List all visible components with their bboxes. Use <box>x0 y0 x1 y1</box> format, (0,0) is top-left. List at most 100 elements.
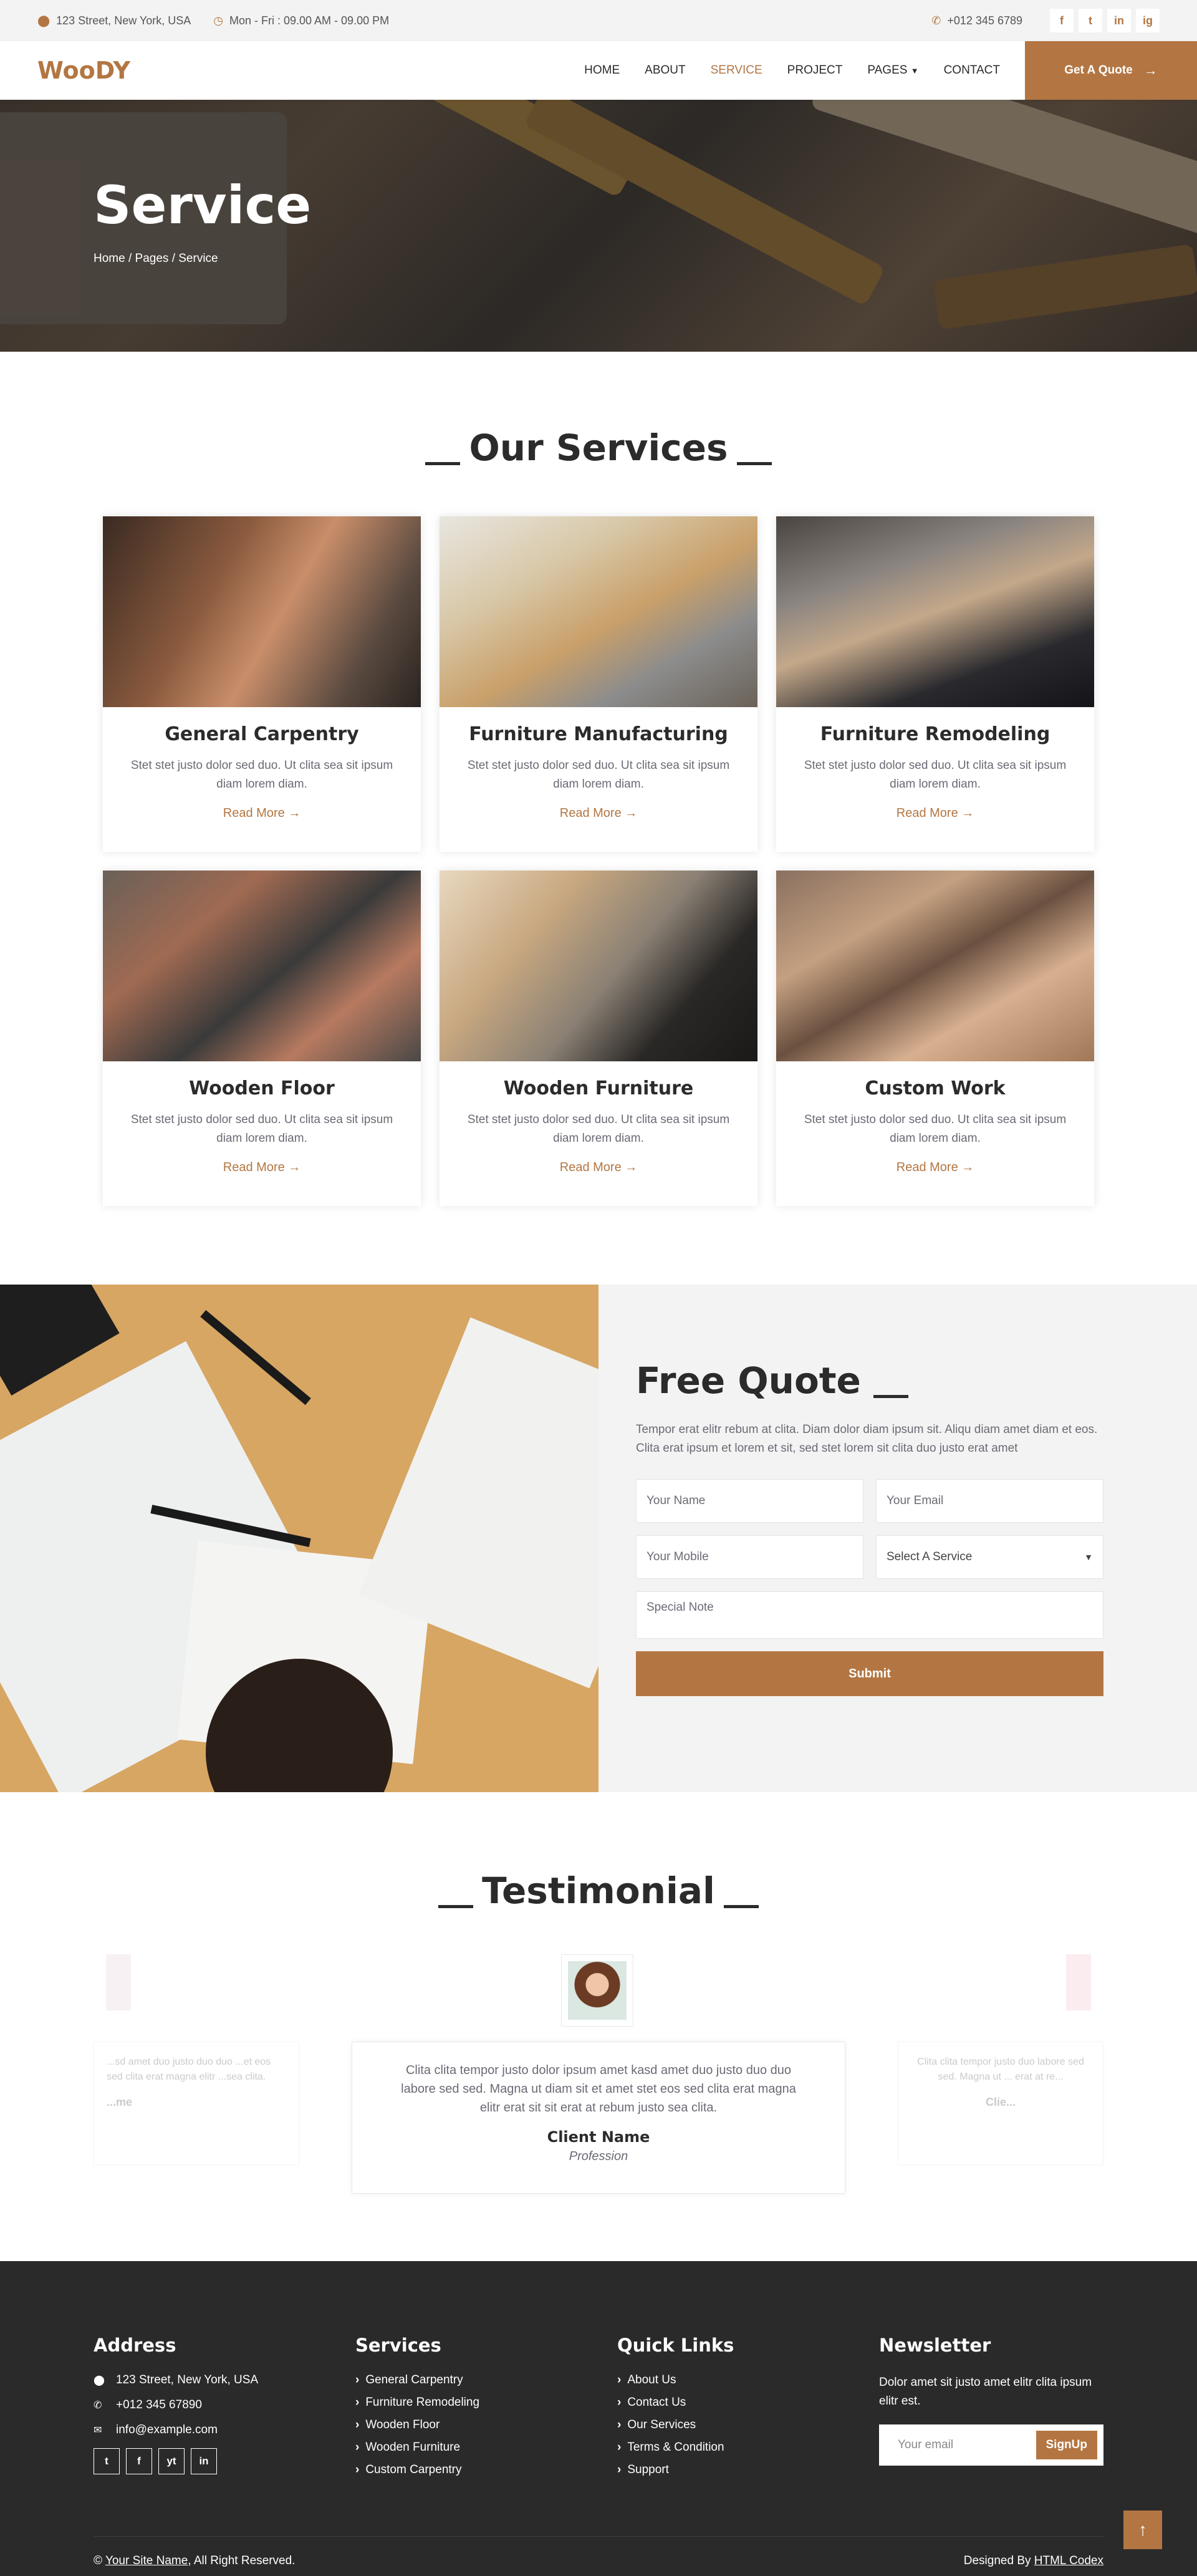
footer-services: Services General Carpentry Furniture Rem… <box>355 2335 617 2486</box>
avatar <box>561 1954 633 2027</box>
hero-content: Service Home / Pages / Service <box>94 175 311 266</box>
instagram-icon[interactable]: ig <box>1136 9 1160 32</box>
nav-home[interactable]: HOME <box>584 64 620 77</box>
quote-section: Free Quote Tempor erat elitr rebum at cl… <box>0 1285 1197 1792</box>
service-body: General Carpentry Stet stet justo dolor … <box>103 707 421 837</box>
twitter-icon[interactable]: t <box>94 2448 120 2474</box>
get-a-quote-button[interactable]: Get A Quote → <box>1025 41 1197 100</box>
footer-link[interactable]: About Us <box>617 2373 879 2387</box>
testimonial-card-right: Clita clita tempor justo duo labore sed … <box>898 2042 1103 2165</box>
footer-link[interactable]: General Carpentry <box>355 2373 617 2387</box>
testimonial-text: ...sd amet duo justo duo duo ...et eos s… <box>107 2057 271 2082</box>
footer-link[interactable]: Wooden Floor <box>355 2418 617 2432</box>
title-bar <box>873 1395 908 1398</box>
footer-email-row: ✉ info@example.com <box>94 2423 355 2437</box>
newsletter-text: Dolor amet sit justo amet elitr clita ip… <box>879 2376 1092 2408</box>
designer-credit: Designed By HTML Codex <box>964 2554 1103 2568</box>
breadcrumb-home[interactable]: Home <box>94 252 125 265</box>
chevron-down-icon: ▼ <box>1084 1552 1093 1562</box>
nav-contact[interactable]: CONTACT <box>944 64 1000 77</box>
service-select[interactable]: Select A Service ▼ <box>876 1535 1103 1579</box>
footer-link[interactable]: Furniture Remodeling <box>355 2396 617 2410</box>
submit-button[interactable]: Submit <box>636 1651 1103 1696</box>
read-more-link[interactable]: Read More → <box>897 1160 974 1175</box>
read-more-label: Read More <box>559 806 622 820</box>
breadcrumb-pages[interactable]: Pages <box>135 252 169 265</box>
service-image <box>440 871 757 1061</box>
footer-link[interactable]: Custom Carpentry <box>355 2463 617 2477</box>
copyright-rights: , All Right Reserved. <box>188 2554 296 2567</box>
footer-heading: Quick Links <box>617 2335 734 2356</box>
copyright: © Your Site Name, All Right Reserved. <box>94 2554 295 2568</box>
linkedin-icon[interactable]: in <box>1107 9 1131 32</box>
footer: Address ⬤ 123 Street, New York, USA ✆ +012… <box>0 2261 1197 2576</box>
topbar-hours: ◷ Mon - Fri : 09.00 AM - 09.00 PM <box>213 14 389 27</box>
mobile-input[interactable]: Your Mobile <box>636 1535 863 1579</box>
page-header: Service Home / Pages / Service <box>0 100 1197 352</box>
service-card: Furniture Manufacturing Stet stet justo … <box>440 516 757 852</box>
testimonial-title: Testimonial <box>0 1869 1197 1912</box>
client-profession: Profession <box>569 2149 628 2163</box>
topbar-hours-text: Mon - Fri : 09.00 AM - 09.00 PM <box>229 14 390 27</box>
service-title: Custom Work <box>865 1078 1006 1099</box>
footer-link[interactable]: Terms & Condition <box>617 2441 879 2454</box>
footer-link[interactable]: Wooden Furniture <box>355 2441 617 2454</box>
clock-icon: ◷ <box>213 14 223 27</box>
testimonial-carousel[interactable]: ...sd amet duo justo duo duo ...et eos s… <box>0 1954 1197 2216</box>
name-input[interactable]: Your Name <box>636 1479 863 1523</box>
nav-about[interactable]: ABOUT <box>645 64 685 77</box>
footer-link[interactable]: Support <box>617 2463 879 2477</box>
email-input[interactable]: Your Email <box>876 1479 1103 1523</box>
footer-link[interactable]: Contact Us <box>617 2396 879 2410</box>
back-to-top-button[interactable]: ↑ <box>1123 2511 1162 2549</box>
topbar-address-text: 123 Street, New York, USA <box>56 14 191 27</box>
screwdriver <box>200 1310 311 1406</box>
client-name: ...me <box>107 2096 133 2108</box>
read-more-link[interactable]: Read More → <box>897 806 974 821</box>
service-title: Wooden Furniture <box>503 1078 694 1099</box>
quote-image <box>0 1285 598 1792</box>
service-image <box>103 871 421 1061</box>
twitter-icon[interactable]: t <box>1079 9 1102 32</box>
signup-button[interactable]: SignUp <box>1036 2431 1097 2459</box>
topbar-social: f t in ig <box>1045 9 1160 32</box>
newsletter-email-input[interactable]: Your email <box>898 2438 953 2452</box>
linkedin-icon[interactable]: in <box>191 2448 217 2474</box>
footer-columns: Address ⬤ 123 Street, New York, USA ✆ +012… <box>0 2261 1197 2486</box>
envelope-icon: ✉ <box>94 2425 102 2436</box>
avatar-left <box>106 1954 131 2010</box>
facebook-icon[interactable]: f <box>1050 9 1074 32</box>
arrow-right-icon: → <box>625 1160 638 1174</box>
html-codex-link[interactable]: HTML Codex <box>1034 2554 1103 2567</box>
service-text: Stet stet justo dolor sed duo. Ut clita … <box>467 759 730 791</box>
read-more-link[interactable]: Read More → <box>223 806 301 821</box>
footer-heading: Address <box>94 2335 176 2356</box>
read-more-link[interactable]: Read More → <box>560 806 638 821</box>
special-note-textarea[interactable]: Special Note <box>636 1591 1103 1639</box>
title-bar-left <box>425 462 461 465</box>
read-more-link[interactable]: Read More → <box>560 1160 638 1175</box>
services-title: Our Services <box>0 427 1197 469</box>
youtube-icon[interactable]: yt <box>158 2448 185 2474</box>
service-image <box>440 516 757 707</box>
breadcrumb-separator: / <box>128 252 135 265</box>
nav-service[interactable]: SERVICE <box>711 64 762 77</box>
service-image <box>776 871 1094 1061</box>
page-title: Service <box>94 175 312 236</box>
site-name-link[interactable]: Your Site Name <box>105 2554 188 2567</box>
footer-heading: Newsletter <box>879 2335 991 2356</box>
service-body: Wooden Floor Stet stet justo dolor sed d… <box>103 1061 421 1191</box>
topbar-phone-text: +012 345 6789 <box>947 14 1022 27</box>
read-more-link[interactable]: Read More → <box>223 1160 301 1175</box>
nav-pages-dropdown[interactable]: PAGES ▼ <box>867 64 918 77</box>
laptop <box>0 1285 120 1396</box>
quote-title: Free Quote <box>636 1359 1103 1402</box>
facebook-icon[interactable]: f <box>126 2448 152 2474</box>
newsletter-form: Your email SignUp <box>879 2424 1103 2466</box>
logo[interactable]: WooDY <box>37 57 130 84</box>
nav-project[interactable]: PROJECT <box>787 64 843 77</box>
footer-phone-row: ✆ +012 345 67890 <box>94 2398 355 2412</box>
footer-link[interactable]: Our Services <box>617 2418 879 2432</box>
title-bar-right <box>736 462 772 465</box>
footer-quick-links: Quick Links About Us Contact Us Our Serv… <box>617 2335 879 2486</box>
